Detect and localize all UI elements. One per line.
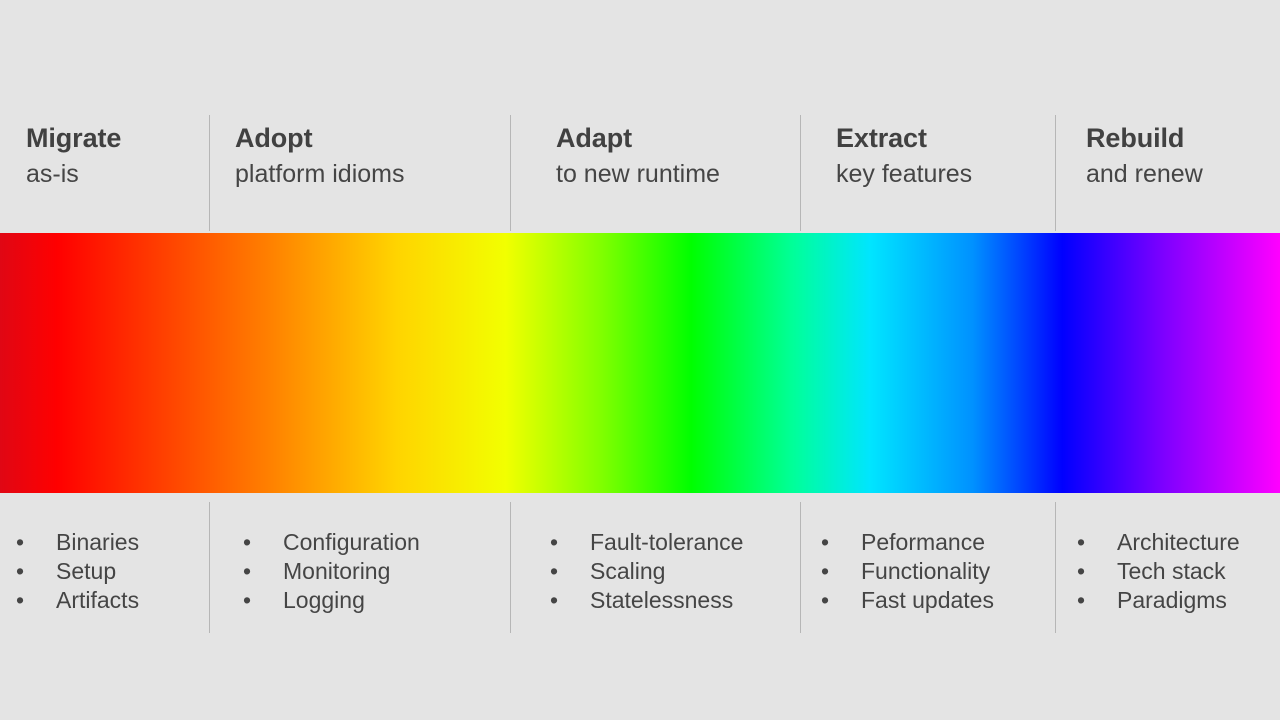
strategy-title: Extract (836, 123, 927, 153)
list-item-label: Statelessness (590, 587, 734, 613)
list-item: • Setup (16, 557, 209, 586)
concerns-list: • Peformance • Functionality • Fast updates (800, 528, 1055, 615)
list-item-label: Tech stack (1117, 558, 1226, 584)
bullet-icon: • (550, 558, 559, 584)
concerns-column-migrate[interactable]: • Binaries • Setup • Artifacts (0, 502, 209, 633)
migration-strategy-board: Migrate as-is Adopt platform idioms Adap… (0, 0, 1280, 720)
strategy-subtitle: and renew (1086, 160, 1203, 189)
strategy-column-rebuild[interactable]: Rebuild and renew (1055, 113, 1280, 233)
list-item-label: Monitoring (283, 558, 391, 584)
strategy-title: Migrate (26, 123, 122, 153)
list-item: • Tech stack (1077, 557, 1280, 586)
list-item: • Artifacts (16, 586, 209, 615)
strategy-subtitle: key features (836, 160, 973, 189)
bullet-icon: • (550, 587, 559, 613)
list-item: • Statelessness (550, 586, 800, 615)
bullet-icon: • (821, 587, 830, 613)
list-item: • Architecture (1077, 528, 1280, 557)
list-item: • Functionality (821, 557, 1055, 586)
strategy-title: Adapt (556, 123, 632, 153)
list-item-label: Fast updates (861, 587, 994, 613)
bullet-icon: • (16, 587, 25, 613)
list-item-label: Scaling (590, 558, 666, 584)
concerns-column-adopt[interactable]: • Configuration • Monitoring • Logging (209, 502, 510, 633)
bullet-icon: • (821, 529, 830, 555)
list-item: • Scaling (550, 557, 800, 586)
concerns-row: • Binaries • Setup • Artifacts • Configurati… (0, 502, 1280, 633)
list-item: • Paradigms (1077, 586, 1280, 615)
list-item: • Binaries (16, 528, 209, 557)
concerns-column-extract[interactable]: • Peformance • Functionality • Fast updates (800, 502, 1055, 633)
bullet-icon: • (16, 529, 25, 555)
strategy-subtitle: to new runtime (556, 160, 720, 189)
list-item-label: Functionality (861, 558, 991, 584)
strategy-subtitle: platform idioms (235, 160, 405, 189)
strategy-subtitle: as-is (26, 160, 79, 189)
concerns-column-rebuild[interactable]: • Architecture • Tech stack • Paradigms (1055, 502, 1280, 633)
list-item: • Configuration (243, 528, 510, 557)
bullet-icon: • (1077, 529, 1086, 555)
list-item-label: Logging (283, 587, 365, 613)
list-item: • Fault-tolerance (550, 528, 800, 557)
list-item: • Fast updates (821, 586, 1055, 615)
rainbow-spectrum-band (0, 233, 1280, 493)
strategy-title: Rebuild (1086, 123, 1185, 153)
list-item-label: Setup (56, 558, 117, 584)
strategy-column-extract[interactable]: Extract key features (800, 113, 1055, 233)
strategy-column-migrate[interactable]: Migrate as-is (0, 113, 209, 233)
strategy-header-row: Migrate as-is Adopt platform idioms Adap… (0, 113, 1280, 233)
strategy-column-adapt[interactable]: Adapt to new runtime (510, 113, 800, 233)
bullet-icon: • (550, 529, 559, 555)
concerns-list: • Configuration • Monitoring • Logging (209, 528, 510, 615)
strategy-title: Adopt (235, 123, 313, 153)
list-item-label: Fault-tolerance (590, 529, 744, 555)
list-item-label: Artifacts (56, 587, 140, 613)
bullet-icon: • (243, 529, 252, 555)
concerns-list: • Fault-tolerance • Scaling • Statelessness (510, 528, 800, 615)
list-item-label: Configuration (283, 529, 420, 555)
list-item-label: Architecture (1117, 529, 1240, 555)
strategy-column-adopt[interactable]: Adopt platform idioms (209, 113, 510, 233)
concerns-column-adapt[interactable]: • Fault-tolerance • Scaling • Statelessness (510, 502, 800, 633)
concerns-list: • Architecture • Tech stack • Paradigms (1055, 528, 1280, 615)
list-item-label: Binaries (56, 529, 140, 555)
list-item: • Monitoring (243, 557, 510, 586)
bullet-icon: • (243, 558, 252, 584)
bullet-icon: • (1077, 587, 1086, 613)
list-item: • Peformance (821, 528, 1055, 557)
bullet-icon: • (821, 558, 830, 584)
bullet-icon: • (16, 558, 25, 584)
list-item-label: Paradigms (1117, 587, 1227, 613)
bullet-icon: • (243, 587, 252, 613)
bullet-icon: • (1077, 558, 1086, 584)
list-item-label: Peformance (861, 529, 986, 555)
list-item: • Logging (243, 586, 510, 615)
concerns-list: • Binaries • Setup • Artifacts (0, 528, 209, 615)
